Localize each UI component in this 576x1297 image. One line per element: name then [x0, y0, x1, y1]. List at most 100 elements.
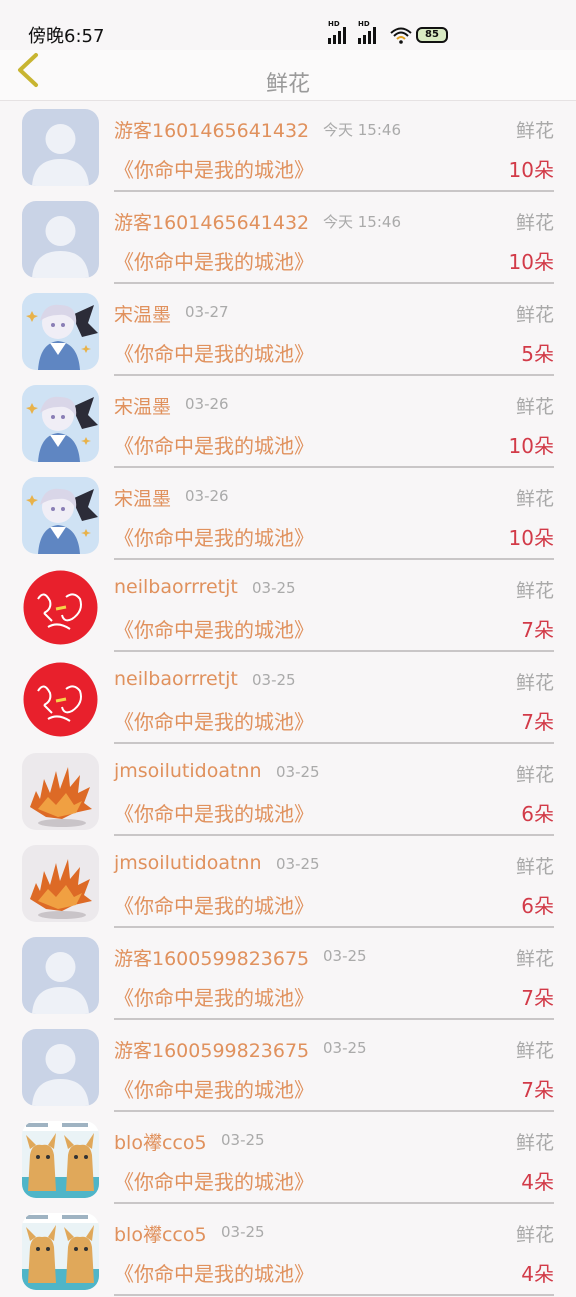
gift-type-label: 鲜花	[515, 948, 554, 970]
wifi-icon	[390, 27, 412, 44]
list-item[interactable]: blo襻cco5 03-25 鲜花 《你命中是我的城池》 4朵	[0, 1113, 576, 1205]
timestamp: 03-25	[323, 947, 367, 965]
timestamp: 03-25	[276, 855, 320, 873]
timestamp: 03-26	[185, 395, 229, 413]
timestamp: 03-25	[276, 763, 320, 781]
flower-count: 6朵	[521, 894, 554, 918]
gift-type-label: 鲜花	[515, 1224, 554, 1246]
status-icons: HD HD	[328, 20, 412, 44]
book-title-link[interactable]: 《你命中是我的城池》	[114, 246, 314, 275]
timestamp: 03-25	[323, 1039, 367, 1057]
avatar[interactable]	[22, 569, 99, 646]
timestamp: 今天 15:46	[323, 121, 401, 139]
book-title-link[interactable]: 《你命中是我的城池》	[114, 706, 314, 735]
row-divider	[114, 558, 554, 560]
header-bar: 鲜花	[0, 50, 576, 101]
timestamp: 03-27	[185, 303, 229, 321]
book-title-link[interactable]: 《你命中是我的城池》	[114, 614, 314, 643]
row-divider	[114, 282, 554, 284]
gift-type-label: 鲜花	[515, 120, 554, 142]
flower-count: 5朵	[521, 342, 554, 366]
username[interactable]: 游客1600599823675	[114, 1036, 309, 1063]
list-item[interactable]: 游客1600599823675 03-25 鲜花 《你命中是我的城池》 7朵	[0, 1021, 576, 1113]
flower-count: 10朵	[508, 250, 554, 274]
avatar[interactable]	[22, 937, 99, 1014]
flower-count: 10朵	[508, 526, 554, 550]
list-item[interactable]: 宋温墨 03-27 鲜花《你命中是我的城池》 5朵	[0, 285, 576, 377]
avatar[interactable]	[22, 753, 99, 830]
signal-1-icon: HD	[328, 20, 346, 44]
username[interactable]: blo襻cco5	[114, 1128, 207, 1155]
list-item[interactable]: jmsoilutidoatnn 03-25 鲜花 《你命中是我的城池》 6朵	[0, 745, 576, 837]
timestamp: 03-25	[221, 1223, 265, 1241]
avatar[interactable]	[22, 201, 99, 278]
timestamp: 03-25	[252, 579, 296, 597]
avatar[interactable]	[22, 661, 99, 738]
username[interactable]: 宋温墨	[114, 300, 171, 327]
book-title-link[interactable]: 《你命中是我的城池》	[114, 1258, 314, 1287]
gift-type-label: 鲜花	[515, 672, 554, 694]
username[interactable]: jmsoilutidoatnn	[114, 852, 262, 874]
username[interactable]: neilbaorrretjt	[114, 668, 238, 690]
list-item[interactable]: 游客1601465641432 今天 15:46 鲜花《你命中是我的城池》 10朵	[0, 101, 576, 193]
username[interactable]: 游客1600599823675	[114, 944, 309, 971]
avatar[interactable]	[22, 385, 99, 462]
list-item[interactable]: 游客1600599823675 03-25 鲜花《你命中是我的城池》 7朵	[0, 929, 576, 1021]
book-title-link[interactable]: 《你命中是我的城池》	[114, 338, 314, 367]
list-item[interactable]: 游客1601465641432 今天 15:46 鲜花《你命中是我的城池》 10朵	[0, 193, 576, 285]
list-item[interactable]: 宋温墨 03-26 鲜花 《你命中是我的城池》 10朵	[0, 377, 576, 469]
username[interactable]: 游客1601465641432	[114, 208, 309, 235]
row-divider	[114, 834, 554, 836]
row-divider	[114, 742, 554, 744]
username[interactable]: 游客1601465641432	[114, 116, 309, 143]
book-title-link[interactable]: 《你命中是我的城池》	[114, 430, 314, 459]
row-divider	[114, 1294, 554, 1296]
avatar[interactable]	[22, 477, 99, 554]
gift-type-label: 鲜花	[515, 212, 554, 234]
row-divider	[114, 650, 554, 652]
list-item[interactable]: neilbaorrretjt 03-25 鲜花《你命中是我的城池》 7朵	[0, 561, 576, 653]
avatar[interactable]	[22, 1213, 99, 1290]
page-title: 鲜花	[265, 72, 310, 97]
avatar[interactable]	[22, 109, 99, 186]
gift-type-label: 鲜花	[515, 488, 554, 510]
timestamp: 今天 15:46	[323, 213, 401, 231]
status-time: 傍晚6:57	[28, 26, 105, 47]
list-item[interactable]: neilbaorrretjt 03-25 鲜花 《你命中是我的城池》 7朵	[0, 653, 576, 745]
avatar[interactable]	[22, 293, 99, 370]
username[interactable]: 宋温墨	[114, 484, 171, 511]
list-item[interactable]: jmsoilutidoatnn 03-25 鲜花 《你命中是我的城池》 6朵	[0, 837, 576, 929]
flower-count: 10朵	[508, 158, 554, 182]
gift-type-label: 鲜花	[515, 1040, 554, 1062]
avatar[interactable]	[22, 1121, 99, 1198]
avatar[interactable]	[22, 1029, 99, 1106]
username[interactable]: jmsoilutidoatnn	[114, 760, 262, 782]
flower-count: 7朵	[521, 618, 554, 642]
book-title-link[interactable]: 《你命中是我的城池》	[114, 982, 314, 1011]
gift-type-label: 鲜花	[515, 304, 554, 326]
row-divider	[114, 190, 554, 192]
book-title-link[interactable]: 《你命中是我的城池》	[114, 890, 314, 919]
row-divider	[114, 1202, 554, 1204]
list-item[interactable]: 宋温墨 03-26 鲜花 《你命中是我的城池》 10朵	[0, 469, 576, 561]
username[interactable]: neilbaorrretjt	[114, 576, 238, 598]
book-title-link[interactable]: 《你命中是我的城池》	[114, 798, 314, 827]
flower-count: 10朵	[508, 434, 554, 458]
flower-count: 7朵	[521, 710, 554, 734]
flower-count: 6朵	[521, 802, 554, 826]
book-title-link[interactable]: 《你命中是我的城池》	[114, 1074, 314, 1103]
username[interactable]: blo襻cco5	[114, 1220, 207, 1247]
row-divider	[114, 374, 554, 376]
battery-icon: 85	[416, 27, 448, 43]
book-title-link[interactable]: 《你命中是我的城池》	[114, 522, 314, 551]
signal-2-icon: HD	[358, 20, 376, 44]
list-item[interactable]: blo襻cco5 03-25 鲜花《你命中是我的城池》 4朵	[0, 1205, 576, 1297]
avatar[interactable]	[22, 845, 99, 922]
battery-level: 85	[425, 29, 439, 40]
gift-type-label: 鲜花	[515, 580, 554, 602]
username[interactable]: 宋温墨	[114, 392, 171, 419]
flower-count: 7朵	[521, 986, 554, 1010]
book-title-link[interactable]: 《你命中是我的城池》	[114, 154, 314, 183]
book-title-link[interactable]: 《你命中是我的城池》	[114, 1166, 314, 1195]
flower-count: 4朵	[521, 1262, 554, 1286]
